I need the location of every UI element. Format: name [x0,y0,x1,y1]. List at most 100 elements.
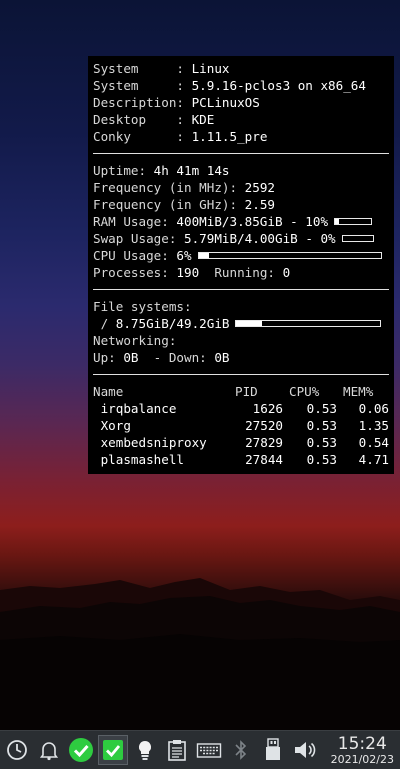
usb-drive-icon[interactable] [258,735,288,765]
col-name-header: Name [93,384,124,399]
filesystems-label: File systems: [93,299,192,314]
process-cpu: 0.53 [306,418,337,433]
network-traffic-row: Up: 0B - Down: 0B [93,349,389,366]
system-kernel-row: System : 5.9.16-pclos3 on x86_64 [93,77,389,94]
notifications-bell-icon[interactable] [34,735,64,765]
processes-value: 190 [176,265,200,280]
clock-icon[interactable] [2,735,32,765]
update-check-icon[interactable] [66,735,96,765]
process-cpu: 0.53 [306,401,337,416]
ram-usage-row: RAM Usage: 400MiB/3.85GiB - 10% [93,213,389,230]
upload-value: 0B [123,350,139,365]
frequency-ghz-row: Frequency (in GHz): 2.59 [93,196,389,213]
taskbar-panel: 15:24 2021/02/23 [0,730,400,769]
description-label: Description: [93,95,192,110]
divider [93,374,389,375]
swap-usage-bar [341,235,374,242]
desktop-label: Desktop : [93,112,192,127]
bluetooth-icon[interactable] [226,735,256,765]
task-checkbox-icon[interactable] [98,735,128,765]
running-label: Running: [199,265,283,280]
process-name: irqbalance [93,401,177,416]
uptime-row: Uptime: 4h 41m 14s [93,162,389,179]
swap-usage-label: Swap Usage: [93,231,184,246]
clock-time: 15:24 [337,733,387,754]
frequency-mhz-label: Frequency (in MHz): [93,180,245,195]
process-pid: 1626 [252,401,283,416]
processes-label: Processes: [93,265,177,280]
process-mem: 0.54 [358,435,389,450]
keyboard-icon[interactable] [194,735,224,765]
process-pid: 27829 [245,435,283,450]
frequency-ghz-label: Frequency (in GHz): [93,197,245,212]
ram-usage-bar-fill [335,219,339,224]
divider [93,289,389,290]
process-pid: 27844 [245,452,283,467]
process-mem: 0.06 [358,401,389,416]
process-mem: 1.35 [358,418,389,433]
cpu-usage-value: 6% [176,248,192,263]
root-filesystem-bar [235,320,382,327]
cpu-usage-bar [197,252,382,259]
process-cpu: 0.53 [306,452,337,467]
networking-label: Networking: [93,333,177,348]
table-row: xembedsniproxy 27829 0.53 0.54 [93,434,389,451]
networking-label-row: Networking: [93,332,389,349]
process-name: plasmashell [93,452,184,467]
system-os-value: Linux [191,61,230,76]
col-cpu-header: CPU% [289,384,320,399]
conky-version-row: Conky : 1.11.5_pre [93,128,389,145]
filesystems-label-row: File systems: [93,298,389,315]
uptime-value: 4h 41m 14s [153,163,230,178]
conky-version-value: 1.11.5_pre [191,129,268,144]
table-row: irqbalance 1626 0.53 0.06 [93,400,389,417]
process-name: Xorg [93,418,131,433]
upload-label: Up: [93,350,124,365]
process-mem: 4.71 [358,452,389,467]
ram-usage-bar [334,218,373,225]
table-row: plasmashell 27844 0.53 4.71 [93,451,389,468]
processes-row: Processes: 190 Running: 0 [93,264,389,281]
desktop-value: KDE [191,112,215,127]
root-filesystem-row: / 8.75GiB/49.2GiB [93,315,389,332]
col-mem-header: MEM% [343,384,374,399]
clock-date: 2021/02/23 [330,752,394,766]
system-os-row: System : Linux [93,60,389,77]
running-value: 0 [282,265,291,280]
table-row: Xorg 27520 0.53 1.35 [93,417,389,434]
ram-usage-label: RAM Usage: [93,214,177,229]
lightbulb-icon[interactable] [130,735,160,765]
process-cpu: 0.53 [306,435,337,450]
conky-version-label: Conky : [93,129,192,144]
digital-clock[interactable]: 15:24 2021/02/23 [331,735,394,766]
volume-icon[interactable] [290,735,320,765]
frequency-mhz-row: Frequency (in MHz): 2592 [93,179,389,196]
cpu-usage-row: CPU Usage: 6% [93,247,389,264]
desktop-row: Desktop : KDE [93,111,389,128]
conky-system-monitor: System : Linux System : 5.9.16-pclos3 on… [88,56,394,474]
process-name: xembedsniproxy [93,435,207,450]
root-filesystem-value: 8.75GiB/49.2GiB [115,316,230,331]
description-value: PCLinuxOS [191,95,260,110]
ram-usage-value: 400MiB/3.85GiB - 10% [176,214,329,229]
swap-usage-value: 5.79MiB/4.00GiB - 0% [184,231,336,246]
system-os-label: System : [93,61,192,76]
download-value: 0B [214,350,230,365]
uptime-label: Uptime: [93,163,154,178]
divider [93,153,389,154]
root-mount-label: / [93,316,116,331]
process-pid: 27520 [245,418,283,433]
swap-usage-row: Swap Usage: 5.79MiB/4.00GiB - 0% [93,230,389,247]
description-row: Description: PCLinuxOS [93,94,389,111]
system-kernel-value: 5.9.16-pclos3 on x86_64 [191,78,366,93]
frequency-ghz-value: 2.59 [244,197,275,212]
frequency-mhz-value: 2592 [244,180,275,195]
system-kernel-label: System : [93,78,192,93]
col-pid-header: PID [235,384,258,399]
cpu-usage-bar-fill [198,253,210,258]
cpu-usage-label: CPU Usage: [93,248,177,263]
root-filesystem-bar-fill [236,321,263,326]
clipboard-icon[interactable] [162,735,192,765]
download-label: - Down: [138,350,215,365]
process-table-header: Name PID CPU% MEM% [93,383,389,400]
